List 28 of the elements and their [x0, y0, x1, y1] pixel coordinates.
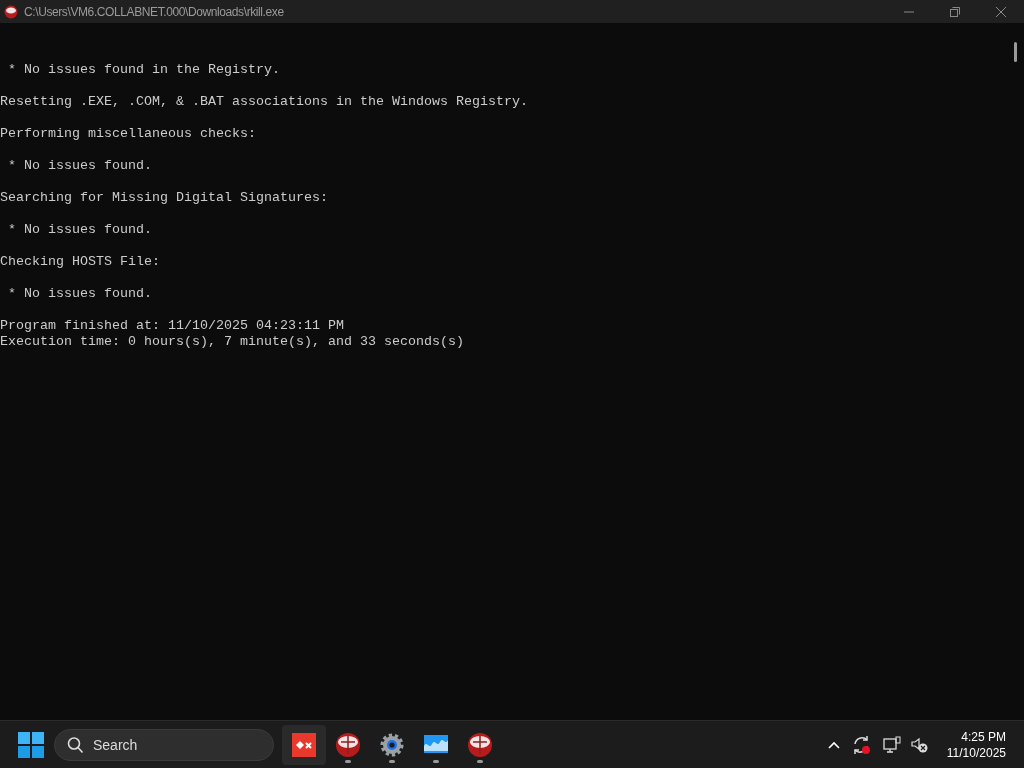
- console-line: Resetting .EXE, .COM, & .BAT associations in the Windows Registry.: [0, 94, 528, 110]
- console-line: Execution time: 0 hours(s), 7 minute(s), and 33 seconds(s): [0, 334, 464, 350]
- scrollbar-thumb[interactable]: [1014, 42, 1017, 62]
- ball-icon: [4, 4, 18, 19]
- console-line: * No issues found.: [7, 222, 152, 238]
- monitor-icon: [423, 733, 449, 756]
- console-line: Program finished at: 11/10/2025 04:23:11 PM: [0, 318, 344, 334]
- ball-icon: [335, 731, 361, 758]
- taskbar-app[interactable]: [282, 724, 326, 765]
- console-line: Searching for Missing Digital Signatures:: [0, 190, 328, 206]
- network-icon[interactable]: [882, 735, 901, 754]
- console-line: * No issues found in the Registry.: [7, 62, 280, 78]
- console-line: Checking HOSTS File:: [0, 254, 160, 270]
- clock-time: 4:25 PM: [961, 728, 1006, 745]
- restore-icon[interactable]: [950, 6, 960, 17]
- muted-speaker-icon[interactable]: [910, 735, 929, 754]
- close-icon[interactable]: [995, 5, 1007, 18]
- chevron-up-icon[interactable]: [826, 739, 841, 750]
- start-button[interactable]: [18, 731, 44, 758]
- search-field[interactable]: Search: [54, 728, 274, 761]
- console-line: * No issues found.: [7, 286, 152, 302]
- console-line: Performing miscellaneous checks:: [0, 126, 256, 142]
- ball-icon: [467, 731, 493, 758]
- console-line: * No issues found.: [7, 158, 152, 174]
- gear-icon: [379, 731, 405, 758]
- window-title: C:\Users\VM6.COLLABNET.000\Downloads\rkill.exe: [24, 4, 285, 19]
- clock-date: 11/10/2025: [946, 744, 1006, 761]
- diamond-cross-icon: [292, 732, 316, 757]
